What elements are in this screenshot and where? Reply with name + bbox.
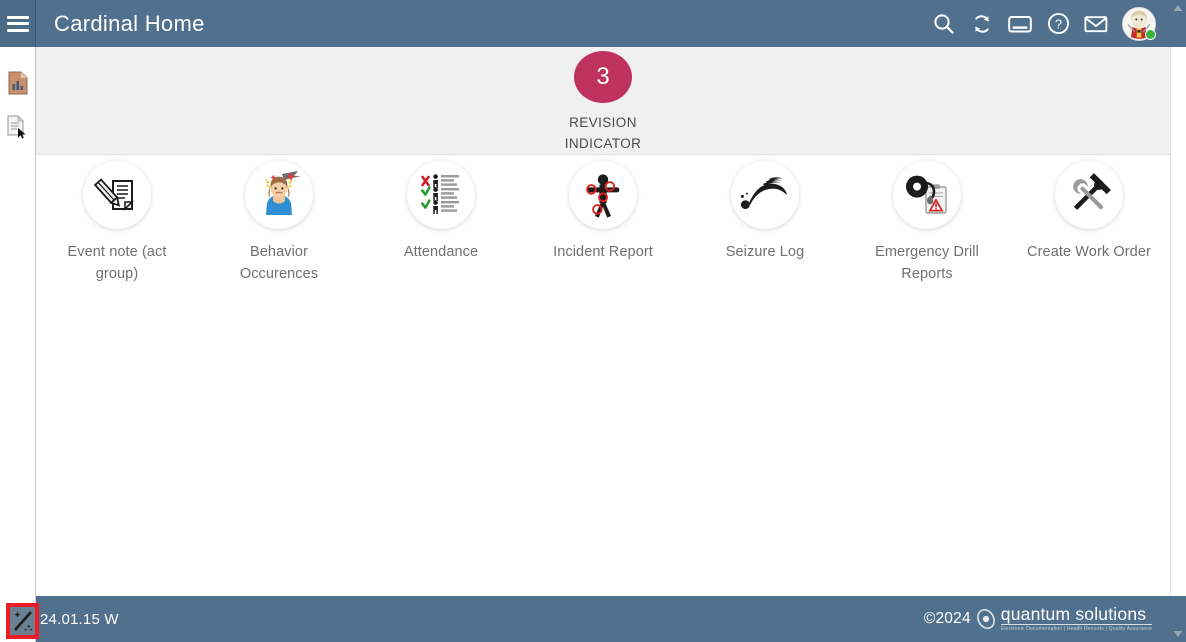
revision-label-line2: INDICATOR — [564, 136, 642, 151]
revision-indicator-band: 3 REVISION INDICATOR — [36, 47, 1170, 155]
app-root: Cardinal Home ? 3 REVISION INDICATOR Eve… — [0, 0, 1186, 642]
incident-report-icon — [569, 161, 637, 229]
search-icon[interactable] — [932, 12, 956, 36]
header-actions: ? — [932, 6, 1170, 41]
brand-tagline: Electronic Documentation | Health Record… — [1000, 625, 1152, 633]
tile-emergency-drill-reports[interactable]: Emergency Drill Reports — [846, 156, 1008, 285]
tile-label: Event note (act group) — [67, 244, 167, 282]
tile-label: Emergency Drill Reports — [875, 244, 979, 282]
highlight-box — [6, 603, 39, 639]
mail-icon[interactable] — [1084, 12, 1108, 36]
magic-wand-button[interactable] — [10, 607, 35, 635]
event-note-icon — [83, 161, 151, 229]
create-work-order-icon — [1055, 161, 1123, 229]
sidebar-item-documents[interactable] — [0, 105, 36, 149]
scroll-up-arrow[interactable] — [1170, 0, 1186, 16]
tile-label: Attendance — [403, 244, 479, 260]
app-footer: 24.01.15 W ©2024 quantum solutions Elect… — [36, 596, 1170, 642]
behavior-occurrences-icon — [245, 161, 313, 229]
quantum-logo-icon — [976, 608, 995, 630]
status-badge — [1145, 28, 1156, 40]
revision-label-line1: REVISION — [569, 115, 637, 130]
sidebar-item-reports[interactable] — [0, 61, 36, 105]
page-title: Cardinal Home — [54, 10, 205, 36]
scrollbar-top-cap — [1170, 0, 1186, 47]
revision-label: REVISION INDICATOR — [565, 112, 642, 154]
tile-event-note[interactable]: Event note (act group) — [36, 156, 198, 285]
left-rail — [0, 0, 36, 642]
tile-label: Seizure Log — [725, 244, 805, 260]
rail-icon-list — [0, 47, 35, 149]
tile-label: Incident Report — [553, 244, 653, 260]
tile-seizure-log[interactable]: Seizure Log — [684, 156, 846, 263]
sync-icon[interactable] — [970, 12, 994, 36]
tile-create-work-order[interactable]: Create Work Order — [1008, 156, 1170, 263]
magic-wand-icon — [13, 611, 32, 631]
tile-incident-report[interactable]: Incident Report — [522, 156, 684, 263]
vertical-scrollbar[interactable] — [1170, 0, 1186, 642]
attendance-icon — [407, 161, 475, 229]
copyright-label: ©2024 — [923, 609, 971, 627]
window-icon[interactable] — [1008, 12, 1032, 36]
svg-text:?: ? — [1054, 16, 1061, 31]
tile-label: Behavior Occurences — [239, 244, 319, 282]
documents-icon — [7, 115, 26, 139]
scroll-down-arrow[interactable] — [1170, 626, 1186, 642]
seizure-log-icon — [731, 161, 799, 229]
revision-count-badge[interactable]: 3 — [574, 51, 632, 103]
reports-icon — [8, 71, 28, 95]
app-tile-grid: Event note (act group) Behavior Occurenc… — [36, 156, 1170, 580]
tile-behavior-occurrences[interactable]: Behavior Occurences — [198, 156, 360, 285]
help-icon[interactable]: ? — [1046, 12, 1070, 36]
brand-name: quantum solutions — [1000, 605, 1152, 626]
scrollbar-bottom-cap — [1170, 596, 1186, 642]
hamburger-menu-button[interactable] — [0, 0, 36, 47]
emergency-drill-icon — [893, 161, 961, 229]
tile-attendance[interactable]: Attendance — [360, 156, 522, 263]
hamburger-menu-icon — [6, 15, 29, 32]
app-header: Cardinal Home ? — [36, 0, 1170, 47]
version-label: 24.01.15 W — [40, 610, 119, 628]
avatar[interactable] — [1122, 6, 1156, 41]
brand-block: ©2024 quantum solutions Electronic Docum… — [923, 605, 1170, 633]
tile-label: Create Work Order — [1027, 244, 1151, 260]
brand-text: quantum solutions Electronic Documentati… — [1000, 605, 1152, 633]
